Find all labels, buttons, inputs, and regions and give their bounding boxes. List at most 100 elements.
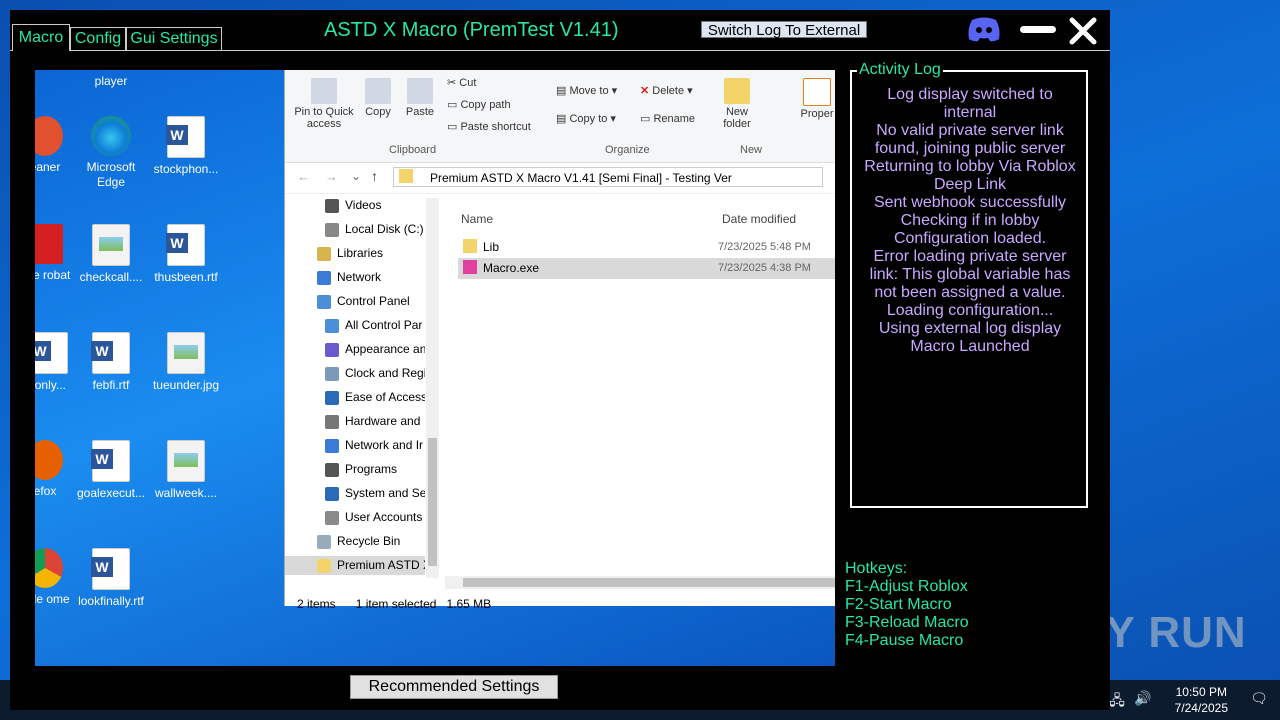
desktop-icon-label: Microsoft Edge bbox=[86, 160, 136, 189]
nav-item[interactable]: Control Panel bbox=[317, 294, 425, 309]
tab-macro[interactable]: Macro bbox=[12, 24, 70, 51]
ribbon: Pin to Quick access Copy Paste ✂ Cut ▭ C… bbox=[285, 70, 835, 163]
file-list-hscrollbar[interactable] bbox=[445, 576, 835, 589]
scrollbar-thumb[interactable] bbox=[428, 438, 437, 566]
nav-item[interactable]: Videos bbox=[325, 198, 425, 213]
notification-icon[interactable]: 🗨 bbox=[1250, 690, 1268, 708]
activity-log-text[interactable]: Log display switched to internal No vali… bbox=[862, 86, 1078, 356]
group-clipboard: Clipboard bbox=[389, 144, 437, 156]
tray-date: 7/24/2025 bbox=[1174, 701, 1228, 715]
paste-button[interactable]: Paste bbox=[401, 78, 439, 118]
copy-button[interactable]: Copy bbox=[359, 78, 397, 118]
ccleaner-icon bbox=[35, 116, 63, 156]
nav-item[interactable]: Hardware and bbox=[325, 414, 425, 429]
log-line: Loading configuration... bbox=[886, 302, 1054, 319]
scrollbar-thumb[interactable] bbox=[463, 578, 835, 587]
desktop-icon[interactable]: wallweek.... bbox=[146, 440, 226, 501]
image-file-icon bbox=[167, 440, 205, 482]
nav-item[interactable]: Local Disk (C:) bbox=[325, 222, 425, 237]
file-explorer-window: Pin to Quick access Copy Paste ✂ Cut ▭ C… bbox=[284, 70, 835, 611]
tray-clock[interactable]: 10:50 PM 7/24/2025 bbox=[1175, 684, 1228, 716]
log-line: Using external log display bbox=[878, 320, 1062, 337]
tab-config[interactable]: Config bbox=[70, 27, 126, 50]
group-new: New bbox=[740, 144, 763, 156]
nav-item-selected[interactable]: Premium ASTD X bbox=[285, 556, 425, 575]
video-icon bbox=[325, 198, 339, 213]
word-doc-icon bbox=[166, 224, 205, 266]
group-organize: Organize bbox=[605, 144, 650, 156]
column-date-modified[interactable]: Date modified bbox=[722, 212, 796, 226]
nav-item[interactable]: Clock and Regi bbox=[325, 366, 425, 381]
folder-icon bbox=[317, 558, 331, 573]
close-icon[interactable] bbox=[1068, 16, 1098, 46]
nav-item[interactable]: Appearance an bbox=[325, 342, 425, 357]
recommended-settings-button[interactable]: Recommended Settings bbox=[350, 675, 558, 699]
word-doc-icon bbox=[166, 116, 205, 158]
pin-quick-access-button[interactable]: Pin to Quick access bbox=[291, 78, 357, 130]
nav-item[interactable]: Recycle Bin bbox=[317, 534, 425, 549]
desktop-icon[interactable]: player bbox=[71, 74, 151, 89]
cut-button[interactable]: ✂ Cut bbox=[447, 76, 476, 89]
desktop-icon[interactable]: goalexecut... bbox=[71, 440, 151, 501]
nav-item[interactable]: Programs bbox=[325, 462, 425, 477]
nav-item[interactable]: System and Se bbox=[325, 486, 425, 501]
forward-arrow-icon[interactable]: → bbox=[325, 169, 338, 184]
nav-item[interactable]: Libraries bbox=[317, 246, 425, 261]
nav-scrollbar[interactable] bbox=[426, 198, 439, 578]
control-panel-icon bbox=[317, 294, 331, 309]
desktop-icon[interactable]: stockphon... bbox=[146, 116, 226, 177]
desktop-icon[interactable]: lookfinally.rtf bbox=[71, 548, 151, 609]
edge-icon bbox=[91, 116, 131, 156]
copy-path-button[interactable]: ▭ Copy path bbox=[447, 98, 511, 111]
paste-shortcut-label: Paste shortcut bbox=[460, 121, 531, 133]
copy-to-label: Copy to bbox=[569, 113, 608, 125]
copy-to-button[interactable]: ▤ Copy to ▾ bbox=[556, 112, 616, 125]
discord-icon[interactable] bbox=[966, 15, 1002, 43]
properties-label: Proper bbox=[800, 108, 834, 120]
back-arrow-icon[interactable]: ← bbox=[297, 169, 310, 184]
system-icon bbox=[325, 486, 339, 501]
desktop-icon[interactable]: thusbeen.rtf bbox=[146, 224, 226, 285]
hotkey-item: F2-Start Macro bbox=[845, 596, 952, 613]
word-doc-icon bbox=[35, 332, 68, 374]
folder-icon bbox=[399, 169, 413, 183]
move-to-button[interactable]: ▤ Move to ▾ bbox=[556, 84, 617, 97]
new-folder-button[interactable]: New folder bbox=[717, 78, 757, 130]
column-name[interactable]: Name bbox=[461, 212, 493, 226]
desktop-icon-label: goalexecut... bbox=[76, 486, 146, 500]
nav-item[interactable]: Ease of Access bbox=[325, 390, 425, 405]
desktop-icon[interactable]: tueunder.jpg bbox=[146, 332, 226, 393]
desktop-icon[interactable]: febfi.rtf bbox=[71, 332, 151, 393]
file-row[interactable]: Lib 7/23/2025 5:48 PM bbox=[458, 237, 835, 258]
roblox-viewport[interactable]: player eaner Microsoft Edge stockphon...… bbox=[35, 70, 835, 666]
minimize-icon[interactable] bbox=[1018, 16, 1058, 42]
switch-log-button[interactable]: Switch Log To External bbox=[701, 21, 867, 39]
item-count: 2 items bbox=[297, 597, 336, 611]
up-arrow-icon[interactable]: ↑ bbox=[371, 168, 378, 184]
rename-button[interactable]: ▭ Rename bbox=[640, 112, 695, 125]
desktop-icon[interactable]: checkcall.... bbox=[71, 224, 151, 285]
hotkey-item: F3-Reload Macro bbox=[845, 614, 969, 631]
network-icon[interactable]: 🖧 bbox=[1108, 690, 1126, 708]
desktop-icon-label: thusbeen.rtf bbox=[154, 270, 218, 284]
window-title: ASTD X Macro (PremTest V1.41) bbox=[324, 19, 619, 41]
tab-gui-settings[interactable]: Gui Settings bbox=[126, 27, 222, 50]
file-row-selected[interactable]: Macro.exe 7/23/2025 4:38 PM bbox=[458, 258, 835, 279]
nav-item[interactable]: All Control Par bbox=[325, 318, 425, 333]
recycle-bin-icon bbox=[317, 534, 331, 549]
address-bar-row: ← → ⌄ ↑ Premium ASTD X Macro V1.41 [Semi… bbox=[285, 163, 835, 194]
delete-label: Delete bbox=[652, 85, 685, 97]
network-internet-icon bbox=[325, 438, 339, 453]
desktop-icon-label: lookfinally.rtf bbox=[78, 594, 144, 608]
delete-button[interactable]: ✕ Delete ▾ bbox=[640, 84, 693, 97]
desktop-icon[interactable]: Microsoft Edge bbox=[71, 116, 151, 190]
volume-icon[interactable]: 🔊 bbox=[1134, 690, 1152, 708]
log-line: Macro Launched bbox=[910, 338, 1030, 355]
nav-item[interactable]: Network bbox=[317, 270, 425, 285]
nav-item[interactable]: User Accounts bbox=[325, 510, 425, 525]
address-input[interactable]: Premium ASTD X Macro V1.41 [Semi Final] … bbox=[393, 167, 823, 187]
recent-chevron-icon[interactable]: ⌄ bbox=[351, 169, 361, 183]
nav-item[interactable]: Network and Ir bbox=[325, 438, 425, 453]
properties-button[interactable]: Proper bbox=[797, 78, 835, 120]
paste-shortcut-button[interactable]: ▭ Paste shortcut bbox=[447, 120, 531, 133]
